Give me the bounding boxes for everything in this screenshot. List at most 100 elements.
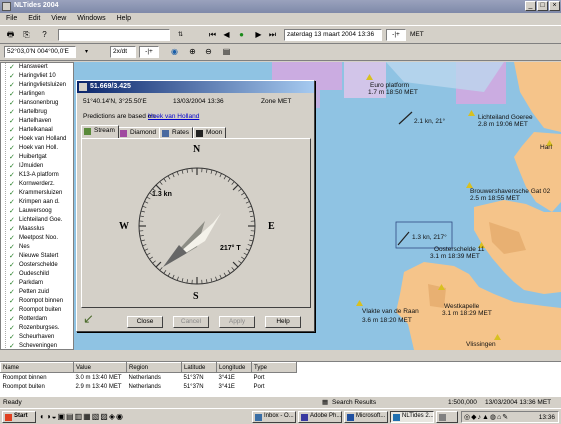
help-button[interactable]: Help xyxy=(265,316,301,328)
date-time-field[interactable]: zaterdag 13 maart 2004 13:36 xyxy=(284,29,382,41)
help-icon[interactable]: ? xyxy=(38,28,51,41)
scale-text: 1:500,000 xyxy=(448,399,477,406)
menu-file[interactable]: File xyxy=(6,15,17,22)
sort-icon[interactable]: ⇅ xyxy=(174,28,187,41)
step-back-icon[interactable]: ◀ xyxy=(220,28,233,41)
station-list-item[interactable]: K13-A platform xyxy=(1,171,73,180)
date-spinner[interactable]: -|+ xyxy=(386,29,406,41)
station-list-item[interactable]: Hoek van Holland xyxy=(1,135,73,144)
station-list-item[interactable]: Hartelbrug xyxy=(1,108,73,117)
station-list-item[interactable]: Harlingen xyxy=(1,90,73,99)
zoom-out-icon[interactable]: ⊖ xyxy=(202,45,215,58)
col-value[interactable]: Value xyxy=(73,362,127,373)
col-latitude[interactable]: Latitude xyxy=(181,362,217,373)
cancel-button[interactable]: Cancel xyxy=(173,316,209,328)
tray-icons[interactable]: ◎◆♪▲◍⌂✎ xyxy=(464,413,509,421)
col-type[interactable]: Type xyxy=(251,362,297,373)
prediction-station-link[interactable]: Hoek van Holland xyxy=(148,113,199,120)
task-adobe[interactable]: Adobe Ph... xyxy=(298,411,342,423)
close-dialog-button[interactable]: Close xyxy=(127,316,163,328)
tab-rates[interactable]: Rates xyxy=(159,127,193,138)
menu-bar: File Edit View Windows Help xyxy=(0,13,561,25)
stream-icon xyxy=(84,128,91,135)
copy-icon[interactable]: ⎘ xyxy=(20,28,33,41)
task-nltides[interactable]: NLTides 2... xyxy=(390,411,434,423)
station-list-item[interactable]: Hartelkanaal xyxy=(1,126,73,135)
quicklaunch-icons[interactable]: ◐◑◒▣▤▥▦▧▨◈◉ xyxy=(40,412,124,421)
col-name[interactable]: Name xyxy=(0,362,74,373)
tab-diamond[interactable]: Diamond xyxy=(117,127,161,138)
task-empty[interactable] xyxy=(436,411,458,423)
now-icon[interactable]: ● xyxy=(235,28,248,41)
print-icon[interactable]: 🖶 xyxy=(4,28,17,41)
compass-west: W xyxy=(119,221,129,232)
menu-windows[interactable]: Windows xyxy=(77,15,105,22)
task-microsoft[interactable]: Microsoft... xyxy=(344,411,388,423)
position-dropdown-icon[interactable]: ▾ xyxy=(80,45,93,58)
compass-tick xyxy=(250,215,255,217)
tab-moon[interactable]: Moon xyxy=(193,127,227,138)
compass-tick xyxy=(152,260,156,264)
station-list-item[interactable]: Krimpen aan d. xyxy=(1,198,73,207)
apply-button[interactable]: Apply xyxy=(219,316,255,328)
station-list-item[interactable]: Lichteiland Goe. xyxy=(1,216,73,225)
station-list-item[interactable]: Maasslus xyxy=(1,225,73,234)
interval-select[interactable]: 2x/dt xyxy=(110,46,136,58)
step-forward-icon[interactable]: ▶ xyxy=(252,28,265,41)
station-list-item[interactable]: Roompot buiten xyxy=(1,306,73,315)
layers-icon[interactable]: ▤ xyxy=(220,45,233,58)
station-list-item[interactable]: Nieuwe Statert xyxy=(1,252,73,261)
station-list-item[interactable]: Haringvliet 10 xyxy=(1,72,73,81)
minimize-button[interactable]: _ xyxy=(525,1,536,11)
skip-forward-icon[interactable]: ⏭ xyxy=(266,28,279,41)
maximize-button[interactable]: □ xyxy=(537,1,548,11)
map-label: Oosterschelde 11 xyxy=(434,246,485,253)
cell-latitude: 51°37N xyxy=(183,383,204,390)
station-list-item[interactable]: Lauwersoog xyxy=(1,207,73,216)
task-inbox[interactable]: Inbox - O... xyxy=(252,411,296,423)
station-list-item[interactable]: Hoek van Holl. xyxy=(1,144,73,153)
tab-stream[interactable]: Stream xyxy=(81,125,119,138)
station-list-item[interactable]: Rozenburgses. xyxy=(1,324,73,333)
station-list-item[interactable]: Haringvlietsluizen xyxy=(1,81,73,90)
station-list-item[interactable]: Scheurhaven xyxy=(1,333,73,342)
station-list-item[interactable]: Parkdam xyxy=(1,279,73,288)
compass-tick xyxy=(210,278,213,283)
position-field[interactable]: 52°03,0'N 004°00,0'E xyxy=(4,46,76,58)
col-region[interactable]: Region xyxy=(126,362,182,373)
station-list-item[interactable]: Scheveningen xyxy=(1,342,73,349)
station-list-item[interactable]: Petten zuid xyxy=(1,288,73,297)
compass-tick xyxy=(232,184,239,191)
station-list-item[interactable]: Krammersluizen xyxy=(1,189,73,198)
station-list-item[interactable]: Kornwerderz. xyxy=(1,180,73,189)
interval-spinner[interactable]: -|+ xyxy=(139,46,159,58)
table-row[interactable]: Roompot binnen 3.0 m 13:40 MET Netherlan… xyxy=(1,373,297,383)
cell-type: Port xyxy=(253,374,265,381)
station-list-item[interactable]: Hansonenbrug xyxy=(1,99,73,108)
station-list-item[interactable]: Nes xyxy=(1,243,73,252)
timezone-label: MET xyxy=(410,31,424,38)
skip-back-icon[interactable]: ⏮ xyxy=(206,28,219,41)
zoom-in-icon[interactable]: ⊕ xyxy=(186,45,199,58)
close-button[interactable]: × xyxy=(549,1,560,11)
map-label: Brouwershavensche Gat 02 xyxy=(470,188,551,195)
col-longitude[interactable]: Longitude xyxy=(216,362,252,373)
station-list-item[interactable]: Oudeschild xyxy=(1,270,73,279)
station-list-item[interactable]: Hansweert xyxy=(1,63,73,72)
globe-icon[interactable]: ◉ xyxy=(168,45,181,58)
station-list-item[interactable]: Roompot binnen xyxy=(1,297,73,306)
station-list-item[interactable]: Oosterschelde xyxy=(1,261,73,270)
station-list-item[interactable]: Huibertgat xyxy=(1,153,73,162)
menu-edit[interactable]: Edit xyxy=(28,15,40,22)
clock: 13:36 xyxy=(538,414,555,421)
menu-view[interactable]: View xyxy=(51,15,66,22)
station-list-item[interactable]: Meetpost Noo. xyxy=(1,234,73,243)
station-list-item[interactable]: Hartelhaven xyxy=(1,117,73,126)
station-list-item[interactable]: IJmuiden xyxy=(1,162,73,171)
station-list-item[interactable]: Rotterdam xyxy=(1,315,73,324)
start-button[interactable]: Start xyxy=(2,411,36,423)
menu-help[interactable]: Help xyxy=(117,15,131,22)
search-results-label[interactable]: Search Results xyxy=(332,399,376,406)
table-row[interactable]: Roompot buiten 2.9 m 13:40 MET Netherlan… xyxy=(1,382,297,391)
station-select[interactable] xyxy=(58,29,170,41)
